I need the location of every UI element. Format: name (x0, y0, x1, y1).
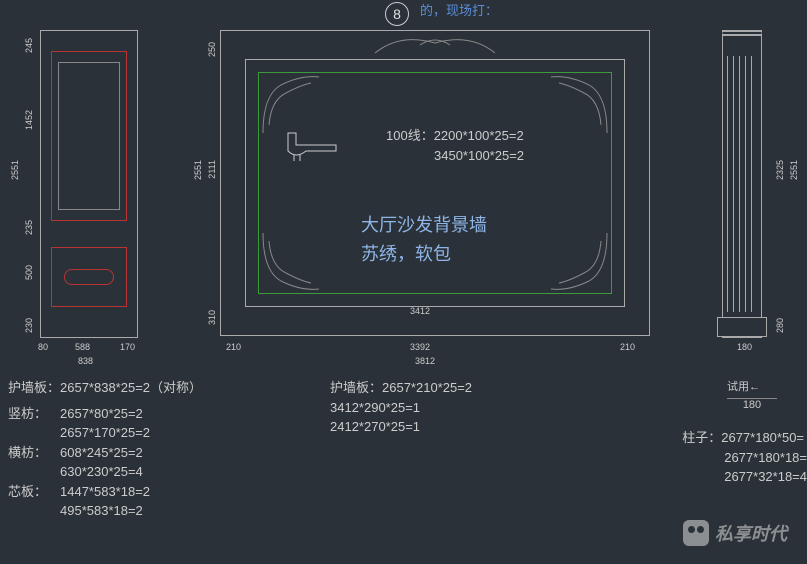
center-elevation-panel: 100线：2200*100*25=2 3450*100*25=2 大厅沙发背景墙… (220, 30, 650, 336)
line100-block: 100线：2200*100*25=2 3450*100*25=2 (386, 126, 524, 165)
spec-r-a: 2677*180*50= (721, 430, 804, 445)
panel-title: 大厅沙发背景墙 苏绣，软包 (361, 211, 487, 269)
wechat-icon (683, 520, 709, 546)
spec-r-c: 2677*32*18=4 (724, 469, 807, 484)
dim-lw-a: 80 (38, 342, 48, 352)
dim-left-d: 500 (24, 265, 34, 280)
dim-r-total: 2551 (789, 160, 799, 180)
dim-left-c: 235 (24, 220, 34, 235)
trial-val: 180 (727, 399, 777, 411)
dim-ch-b: 2111 (207, 160, 217, 179)
hengfang-b: 630*230*25=4 (60, 464, 143, 479)
spec-c-b: 3412*290*25=1 (330, 400, 420, 415)
spec-list-left: 护墙板：2657*838*25=2（对称） 竖枋：2657*80*25=2 26… (8, 378, 202, 521)
title-line-a: 大厅沙发背景墙 (361, 211, 487, 240)
zhuzi-label: 柱子： (682, 430, 721, 445)
column-base (717, 317, 767, 337)
lower-panel-inset (51, 247, 127, 307)
trial-label: 试用← (727, 381, 760, 393)
dim-left-e: 230 (24, 318, 34, 333)
huqiangban-label: 护墙板： (8, 378, 60, 398)
dim-ch-c: 310 (207, 310, 217, 325)
xinban-label: 芯板： (8, 482, 60, 502)
dim-left-total: 2551 (10, 160, 20, 180)
huqiangban2-label: 护墙板： (330, 380, 382, 395)
corner-ornament-icon (261, 231, 321, 291)
dim-lw-total: 838 (78, 356, 93, 366)
line100-b: 3450*100*25=2 (434, 148, 524, 163)
dim-cw-c: 210 (620, 342, 635, 352)
watermark-text: 私享时代 (715, 520, 787, 546)
trial-note: 试用← 180 (727, 378, 777, 411)
molding-profile-icon (286, 131, 346, 161)
dim-left-b: 1452 (24, 110, 34, 130)
shufang-a: 2657*80*25=2 (60, 406, 143, 421)
column-flutes (727, 56, 757, 312)
carving-ornament (64, 269, 114, 285)
dim-cw-total: 3812 (415, 356, 435, 366)
frame-outer (245, 59, 625, 307)
dim-r-alt: 2325 (775, 160, 785, 180)
dim-left-a: 245 (24, 38, 34, 53)
top-ornament (370, 31, 500, 55)
dim-ch-total: 2551 (193, 160, 203, 180)
spec-list-center: 护墙板：2657*210*25=2 3412*290*25=1 2412*270… (330, 378, 472, 437)
dim-lw-c: 170 (120, 342, 135, 352)
line100-a: 2200*100*25=2 (434, 128, 524, 143)
dim-cw-a: 210 (226, 342, 241, 352)
dim-r-cap: 280 (775, 318, 785, 333)
title-line-b: 苏绣，软包 (361, 240, 487, 269)
spec-list-right: 柱子：2677*180*50= 2677*180*18= 2677*32*18=… (682, 428, 807, 487)
corner-ornament-icon (549, 75, 609, 135)
dim-r-w: 180 (737, 342, 752, 352)
shufang-label: 竖枋： (8, 404, 60, 424)
header-fragment: 的，现场打： (420, 0, 498, 19)
spec-c-a: 2657*210*25=2 (382, 380, 472, 395)
line100-label: 100线： (386, 128, 434, 143)
corner-ornament-icon (549, 231, 609, 291)
xinban-b: 495*583*18=2 (60, 503, 143, 518)
huqiangban-val: 2657*838*25=2（对称） (60, 380, 202, 395)
dim-ch-a: 250 (207, 42, 217, 57)
dim-cw-b: 3392 (410, 342, 430, 352)
upper-panel-inset (51, 51, 127, 221)
hengfang-a: 608*245*25=2 (60, 445, 143, 460)
drawing-number: 8 (385, 2, 409, 26)
dim-lw-b: 588 (75, 342, 90, 352)
xinban-a: 1447*583*18=2 (60, 484, 150, 499)
corner-ornament-icon (261, 75, 321, 135)
hengfang-label: 横枋： (8, 443, 60, 463)
shufang-b: 2657*170*25=2 (60, 425, 150, 440)
watermark: 私享时代 (683, 520, 787, 546)
left-elevation-panel (40, 30, 138, 338)
column-elevation (722, 30, 762, 338)
spec-c-c: 2412*270*25=1 (330, 419, 420, 434)
spec-r-b: 2677*180*18= (724, 450, 807, 465)
dim-cw-inner: 3412 (410, 306, 430, 316)
